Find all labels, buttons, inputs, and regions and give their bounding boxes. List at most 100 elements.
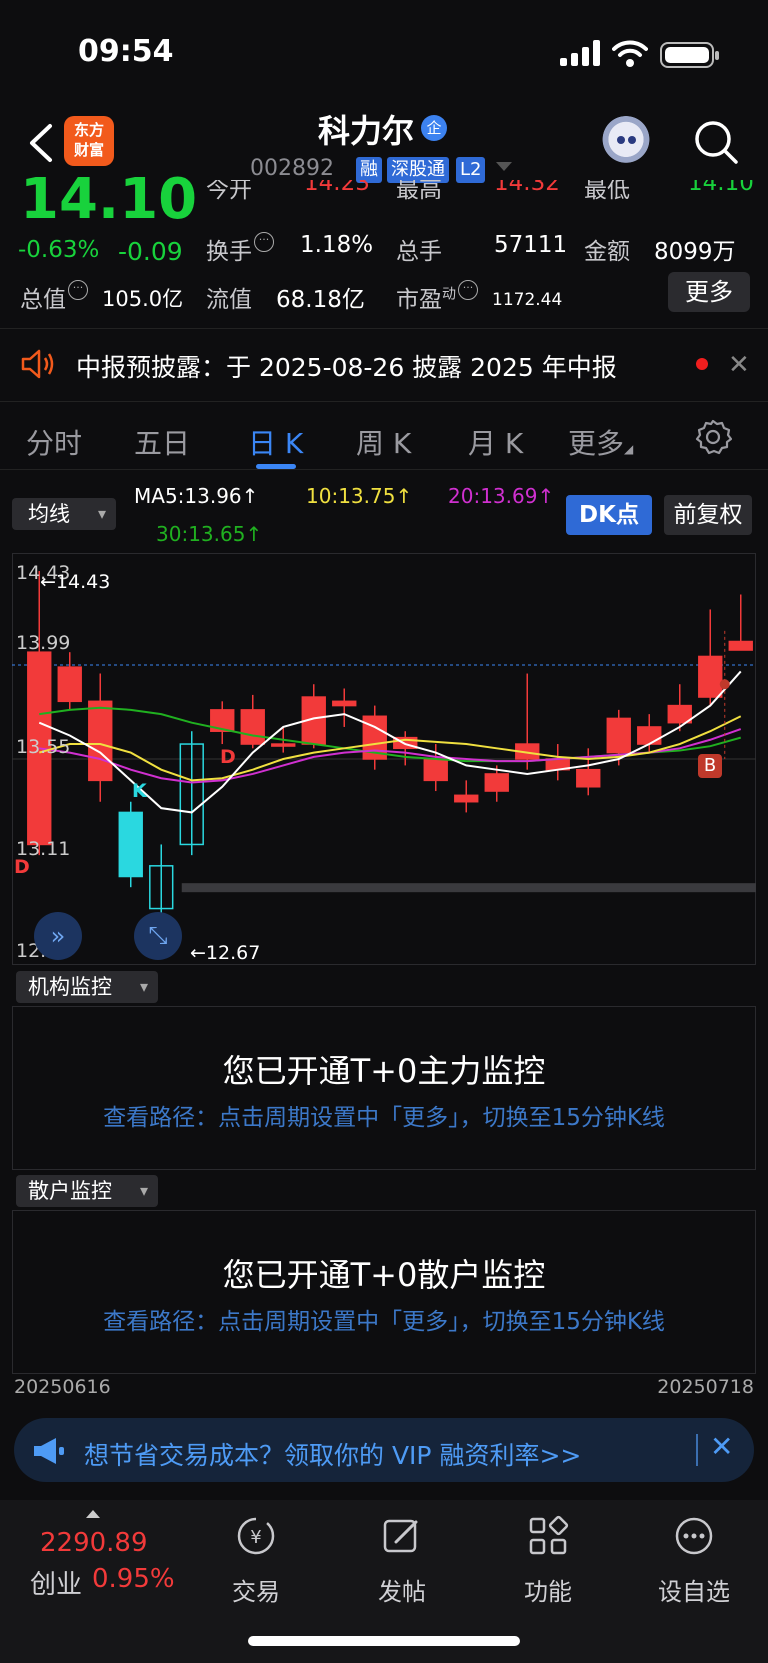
index-change-pct[interactable]: 0.95%	[92, 1564, 175, 1594]
ma10-readout: 10:13.75↑	[306, 484, 413, 508]
institution-monitor-title: 您已开通T+0主力监控	[222, 1052, 546, 1090]
candle-body	[698, 655, 723, 698]
candle-body	[332, 700, 357, 707]
enterprise-badge: 企	[421, 115, 447, 141]
low-label: 最低	[584, 180, 630, 203]
nav-post[interactable]: 发帖	[352, 1514, 452, 1606]
promo-text[interactable]: 想节省交易成本？领取你的 VIP 融资利率>>	[84, 1436, 581, 1472]
nav-functions[interactable]: 功能	[498, 1514, 598, 1606]
candle-body	[667, 704, 692, 724]
tab-weekly-k[interactable]: 周 K	[356, 422, 411, 462]
search-icon[interactable]	[692, 118, 740, 166]
robot-assistant-icon[interactable]	[600, 116, 652, 168]
chevron-down-icon[interactable]	[496, 162, 512, 171]
low-value: 14.10	[688, 180, 754, 196]
current-price: 14.10	[20, 176, 198, 224]
buy-marker: B	[698, 754, 722, 778]
volume-value: 57111	[494, 232, 568, 258]
index-name[interactable]: 创业	[30, 1564, 82, 1601]
change-pct: -0.63%	[18, 237, 100, 263]
change-value: -0.09	[118, 237, 183, 266]
open-label: 今开	[206, 180, 252, 203]
dk-point-button[interactable]: DK点	[566, 495, 652, 535]
candle-body	[118, 811, 143, 878]
turnover-value: 1.18%	[300, 232, 374, 258]
candle-body	[484, 773, 509, 792]
megaphone-icon	[34, 1438, 64, 1464]
d-marker: D	[14, 856, 30, 878]
grid-icon	[529, 1515, 569, 1555]
candle-body	[240, 709, 265, 745]
amount-value: 8099万	[654, 239, 736, 265]
status-time: 09:54	[78, 34, 174, 69]
pe-value: 1172.44	[492, 290, 563, 310]
nav-trade[interactable]: ¥ 交易	[206, 1514, 306, 1606]
institution-monitor-select[interactable]: 机构监控	[16, 971, 158, 1003]
candle-body	[606, 717, 631, 754]
wifi-icon	[612, 40, 648, 67]
ma30-readout: 30:13.65↑	[156, 522, 263, 546]
nav-add-watchlist[interactable]: 设自选	[644, 1514, 744, 1606]
candle-body	[637, 726, 662, 745]
candle-body	[88, 700, 113, 782]
index-price[interactable]: 2290.89	[40, 1528, 148, 1558]
k-marker: K	[132, 780, 147, 802]
signal-icon	[560, 40, 602, 66]
retail-monitor-hint[interactable]: 查看路径：点击周期设置中「更多」，切换至15分钟K线	[0, 1302, 768, 1336]
candle-body	[576, 768, 601, 788]
high-label: 最高	[396, 180, 442, 203]
candle-body	[271, 743, 296, 747]
end-date: 20250718	[657, 1376, 754, 1398]
candle-body	[423, 758, 448, 782]
candle-body	[454, 794, 479, 803]
tab-daily-k[interactable]: 日 K	[248, 422, 303, 462]
mktcap-value: 105.0亿	[102, 287, 184, 311]
expand-left-icon[interactable]: »	[34, 912, 82, 960]
volume-label: 总手	[396, 239, 442, 265]
more-button[interactable]: 更多	[668, 272, 750, 312]
promo-close-icon[interactable]: ✕	[710, 1430, 733, 1463]
indicator-select[interactable]: 均线	[12, 498, 116, 530]
start-date: 20250616	[14, 1376, 111, 1398]
turnover-label: 换手 ···	[206, 232, 274, 266]
y-tick-3: 13.55	[16, 736, 71, 758]
back-icon[interactable]	[24, 118, 58, 168]
post-icon	[383, 1519, 418, 1553]
tab-intraday[interactable]: 分时	[26, 422, 82, 462]
speaker-icon	[21, 349, 54, 379]
fullscreen-icon[interactable]: ⤡	[134, 912, 182, 960]
forward-adjust-button[interactable]: 前复权	[664, 495, 752, 535]
kline-chart-svg[interactable]	[12, 553, 756, 965]
support-band	[181, 883, 756, 893]
tab-five-day[interactable]: 五日	[134, 422, 190, 462]
more-dots-icon	[675, 1517, 713, 1555]
buy-marker-dot	[719, 679, 730, 690]
mktcap-label: 总值 ···	[20, 280, 88, 314]
active-tab-indicator	[256, 464, 296, 469]
ma10-line	[38, 715, 742, 782]
notice-text[interactable]: 中报预披露：于 2025-08-26 披露 2025 年中报	[76, 348, 617, 384]
retail-monitor-select[interactable]: 散户监控	[16, 1175, 158, 1207]
amount-label: 金额	[584, 239, 630, 265]
tab-monthly-k[interactable]: 月 K	[468, 422, 523, 462]
tab-more[interactable]: 更多◢	[568, 422, 633, 462]
min-price-label: ←12.67	[190, 942, 261, 964]
home-indicator[interactable]	[248, 1636, 520, 1646]
retail-monitor-title: 您已开通T+0散户监控	[222, 1256, 546, 1294]
candle-body	[728, 640, 753, 651]
unread-dot	[696, 358, 708, 370]
app-logo: 东方 财富	[64, 116, 114, 166]
institution-monitor-hint[interactable]: 查看路径：点击周期设置中「更多」，切换至15分钟K线	[0, 1098, 768, 1132]
trade-icon: ¥	[237, 1517, 275, 1555]
max-price-label: ←14.43	[40, 571, 111, 593]
battery-icon	[660, 42, 719, 68]
index-expand-icon[interactable]	[86, 1510, 100, 1518]
gear-icon[interactable]	[694, 418, 732, 456]
float-value: 68.18亿	[276, 287, 365, 313]
ma5-readout: MA5:13.96↑	[134, 484, 259, 508]
y-tick-2: 13.99	[16, 632, 71, 654]
high-value: 14.32	[494, 180, 560, 196]
ma20-readout: 20:13.69↑	[448, 484, 555, 508]
close-icon[interactable]: ✕	[728, 350, 750, 380]
candle-body	[57, 666, 82, 703]
